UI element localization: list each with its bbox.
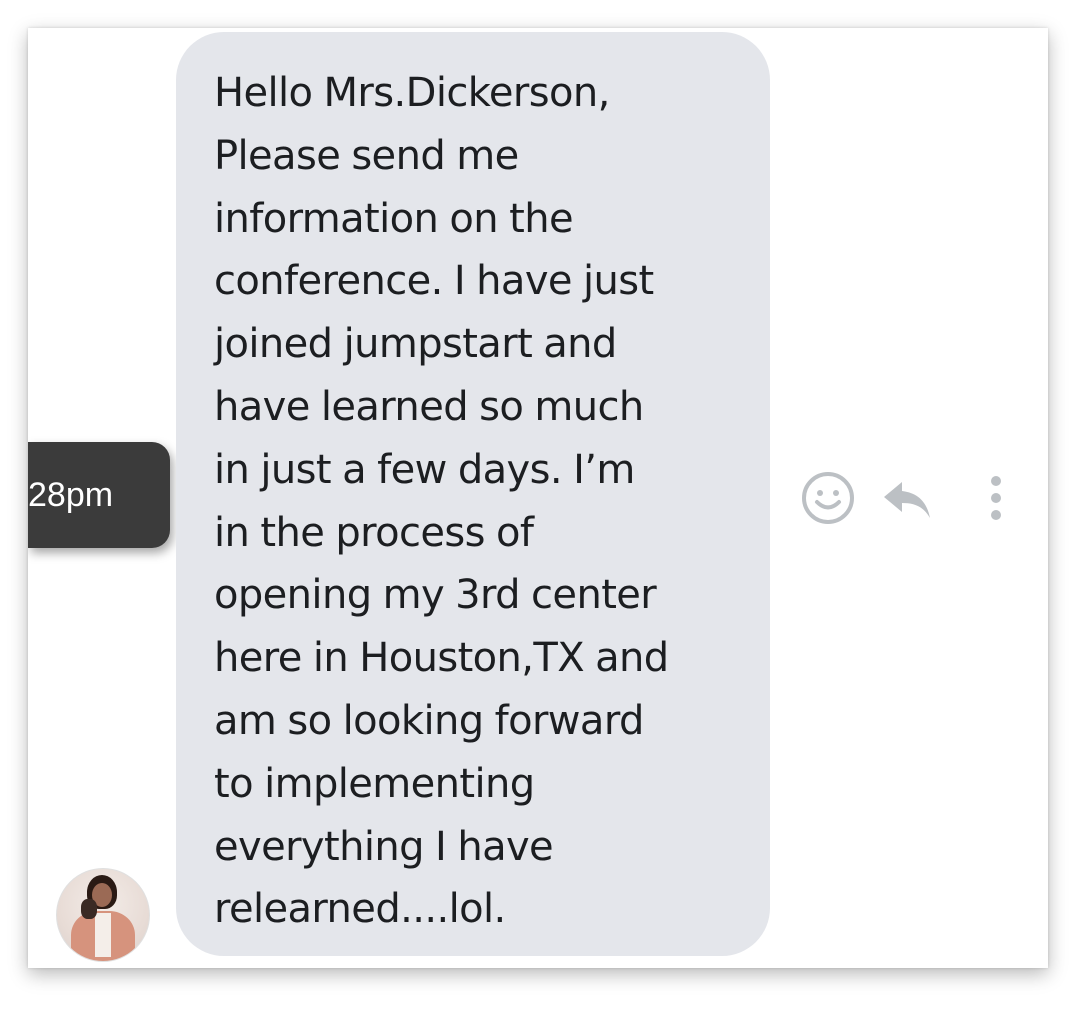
timestamp-tooltip: 28pm [28,442,170,548]
message-line: everything I have [214,823,554,870]
message-line: to implementing [214,760,535,807]
message-actions [798,468,1044,528]
vertical-ellipsis-icon[interactable] [966,468,1026,528]
message-line: Hello Mrs.Dickerson, [214,70,610,116]
message-text: Hello Mrs.Dickerson, Please send me info… [214,62,740,941]
reply-arrow-icon[interactable] [876,468,936,528]
message-line: Please send me [214,132,519,179]
message-bubble[interactable]: Hello Mrs.Dickerson, Please send me info… [176,32,770,956]
message-line: information on the [214,195,574,242]
message-line: conference. I have just [214,258,654,305]
message-line: here in Houston,TX and [214,635,669,682]
avatar-shirt [95,913,111,957]
smiley-icon[interactable] [798,468,858,528]
message-line: in just a few days. I’m [214,446,635,493]
chat-window: 28pm Hello Mrs.Dickerson, Please send me… [28,28,1048,968]
timestamp-text: 28pm [28,476,114,514]
message-line: in the process of [214,509,534,556]
avatar-hand [81,899,97,919]
sender-avatar[interactable] [56,868,150,962]
message-line: am so looking forward [214,697,644,744]
message-line: opening my 3rd center [214,572,657,619]
message-line: relearned....lol. [214,886,506,933]
message-line: joined jumpstart and [214,321,617,368]
message-line: have learned so much [214,383,644,430]
